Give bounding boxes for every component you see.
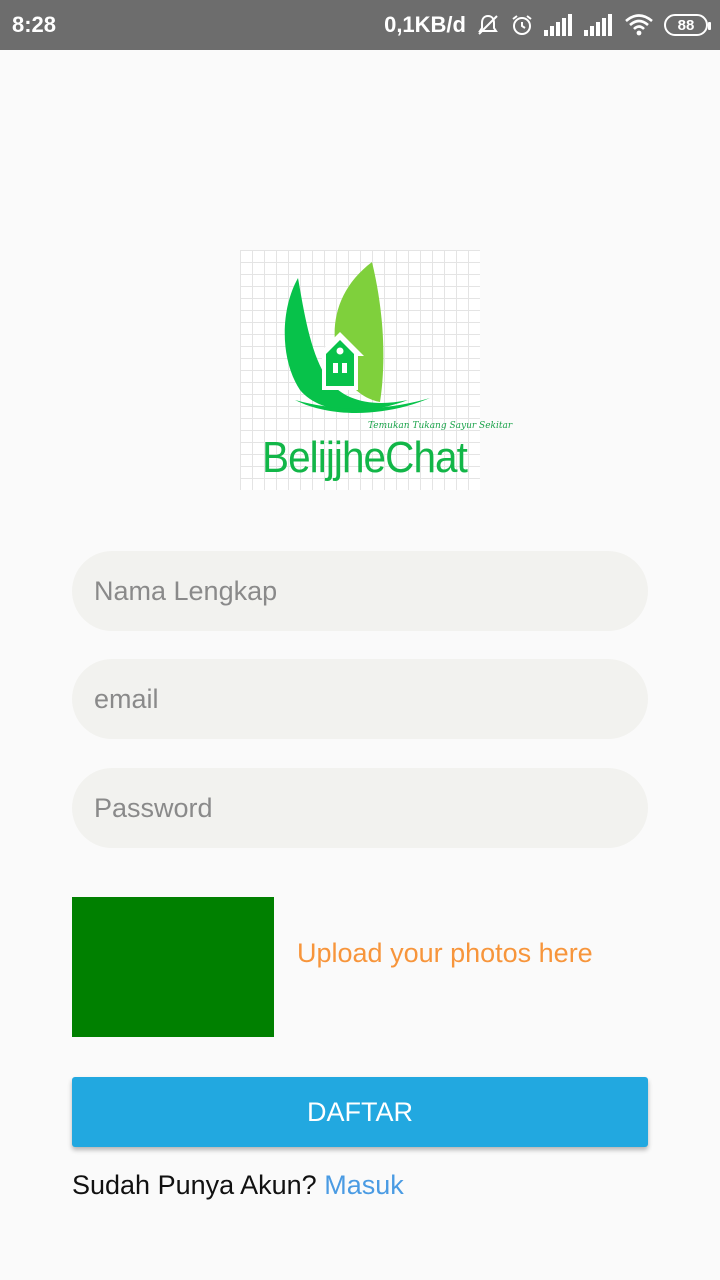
app-logo: Temukan Tukang Sayur Sekitar BelijjheCha… [240,250,513,490]
network-speed: 0,1KB/d [384,12,466,37]
logo-tagline: Temukan Tukang Sayur Sekitar [368,421,513,431]
alarm-icon [510,13,534,37]
password-input[interactable] [92,791,628,825]
signal-icon [584,14,614,36]
status-time: 8:28 [12,12,57,37]
password-field[interactable] [72,768,648,848]
signal-icon [544,14,574,36]
battery-level: 88 [677,16,695,34]
photo-preview[interactable] [72,897,274,1037]
status-icons: 0,1KB/d 88 [384,10,711,40]
battery-icon: 88 [664,14,711,36]
login-prompt: Sudah Punya Akun? Masuk [72,1170,404,1201]
notifications-off-icon [476,13,500,37]
register-button[interactable]: DAFTAR [72,1077,648,1147]
upload-photo-link[interactable]: Upload your photos here [297,938,593,969]
logo-brand-name: BelijjheChat [262,433,468,482]
full-name-field[interactable] [72,551,648,631]
login-question: Sudah Punya Akun? [72,1170,317,1200]
status-bar: 8:28 0,1KB/d 88 [0,0,720,50]
email-input[interactable] [92,682,628,716]
login-link[interactable]: Masuk [324,1170,404,1200]
wifi-icon [624,13,654,37]
email-field[interactable] [72,659,648,739]
full-name-input[interactable] [92,574,628,608]
